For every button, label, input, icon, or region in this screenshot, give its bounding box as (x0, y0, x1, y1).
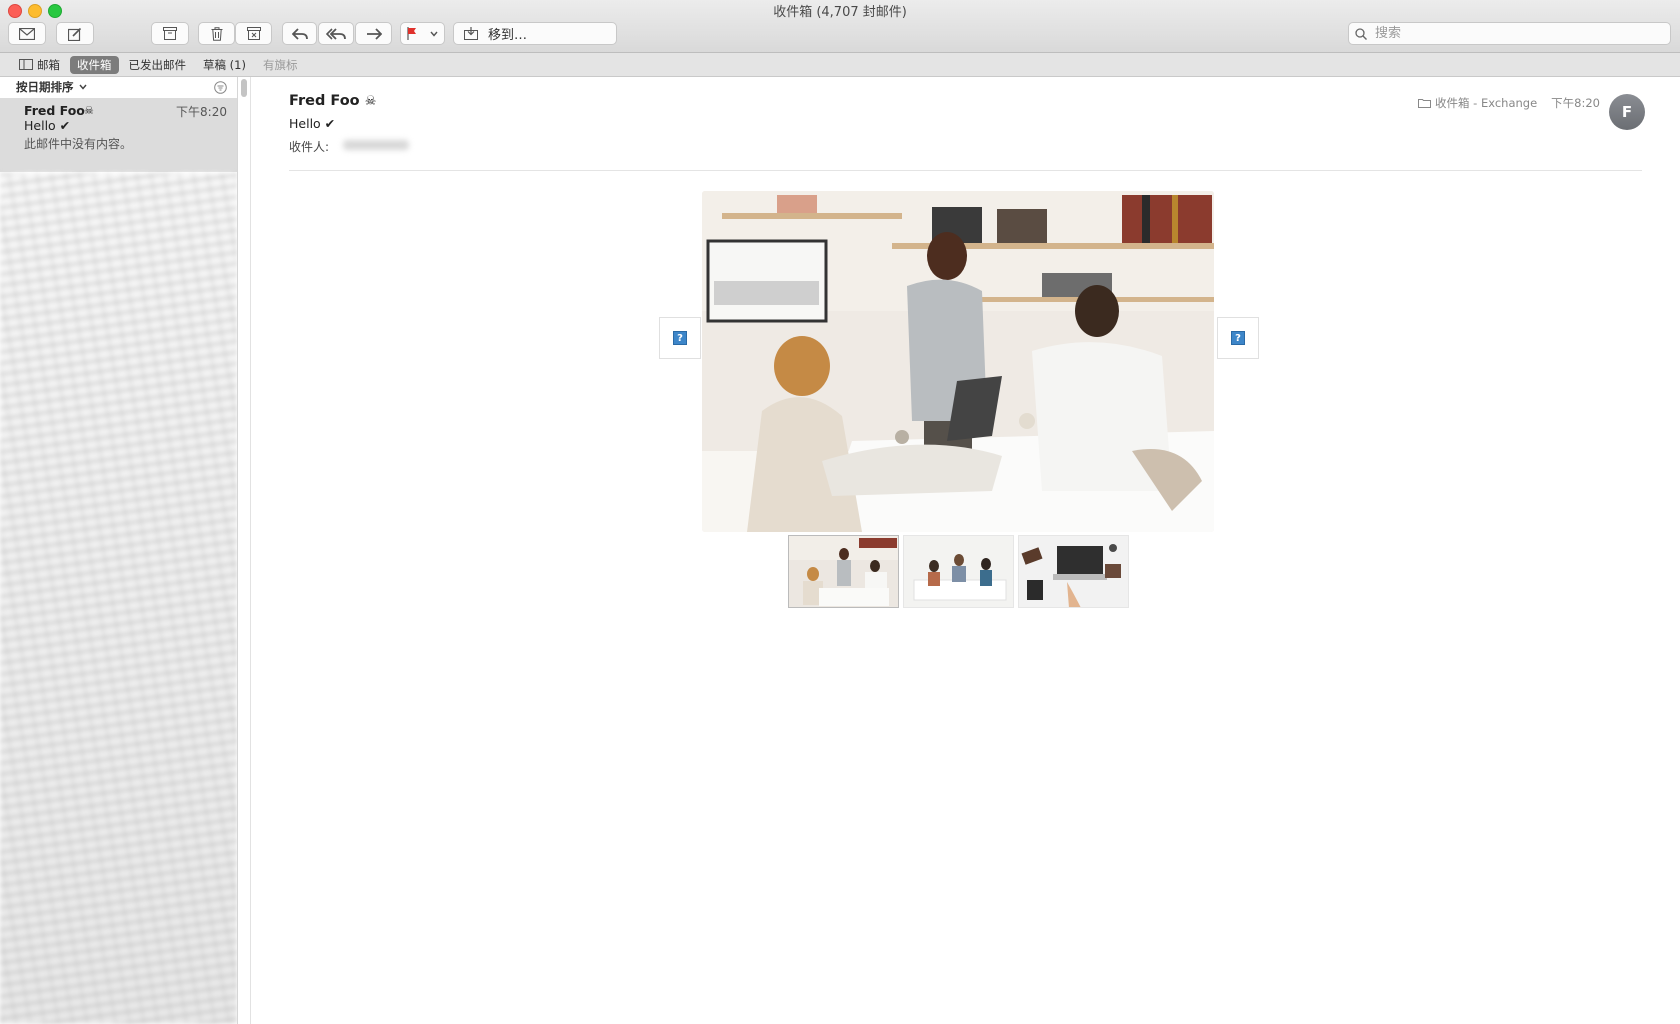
inbox-label: 收件箱 (77, 57, 112, 72)
title-bar: 收件箱 (4,707 封邮件) 移到… (0, 0, 1680, 53)
sidebar-icon (19, 59, 33, 70)
move-to-label: 移到… (488, 28, 528, 43)
recipient-redacted (343, 140, 409, 150)
envelope-icon (19, 27, 35, 40)
get-mail-button[interactable] (8, 22, 46, 45)
office-photo (702, 191, 1214, 532)
broken-image-left[interactable]: ? (659, 317, 701, 359)
forward-button[interactable] (355, 22, 392, 45)
favorite-flagged[interactable]: 有旗标 (256, 56, 305, 74)
reply-icon (291, 27, 308, 40)
message-time: 下午8:20 (1551, 96, 1600, 110)
mailboxes-toggle[interactable]: 邮箱 (12, 56, 67, 74)
message-sender-name: Fred Foo (289, 93, 360, 109)
trash-icon (211, 26, 222, 41)
sort-label: 按日期排序 (16, 80, 74, 94)
delete-button[interactable] (198, 22, 235, 45)
search-icon (1355, 27, 1367, 40)
message-sender: Fred Foo ☠ (289, 93, 376, 109)
sort-menu[interactable]: 按日期排序 (16, 79, 87, 95)
chevron-down-icon[interactable] (430, 31, 438, 37)
message-list[interactable]: 按日期排序 Fred Foo ☠ 下午8:20 Hello ✔ 此邮件中没有内容… (0, 77, 238, 1024)
mailboxes-label: 邮箱 (37, 57, 60, 72)
reply-button[interactable] (282, 22, 317, 45)
header-divider (289, 170, 1642, 171)
archive-icon (163, 27, 177, 40)
sender-emoji-icon: ☠ (364, 94, 377, 109)
recipient-label: 收件人: (289, 140, 330, 154)
mailbox-name: 收件箱 - Exchange (1435, 96, 1538, 110)
forward-icon (366, 27, 382, 40)
flag-icon (407, 27, 417, 40)
archive-button[interactable] (151, 22, 189, 45)
avatar: F (1609, 94, 1645, 130)
sort-bar: 按日期排序 (0, 77, 237, 97)
list-item-subject: Hello ✔ (24, 118, 71, 133)
search-input[interactable] (1373, 25, 1657, 42)
reply-all-button[interactable] (318, 22, 354, 45)
chevron-down-icon (78, 84, 87, 90)
favorite-inbox[interactable]: 收件箱 (70, 55, 119, 74)
junk-button[interactable] (235, 22, 272, 45)
thumbnail-2[interactable] (903, 535, 1014, 608)
window-title: 收件箱 (4,707 封邮件) (773, 5, 907, 20)
missing-image-icon: ? (1231, 331, 1245, 345)
missing-image-icon: ? (673, 331, 687, 345)
message-meta: 收件箱 - Exchange 下午8:20 (1418, 95, 1600, 111)
broken-image-right[interactable]: ? (1217, 317, 1259, 359)
list-item-time: 下午8:20 (176, 105, 227, 119)
flagged-label: 有旗标 (262, 57, 298, 72)
sender-emoji-icon: ☠ (84, 104, 94, 117)
favorites-bar: 邮箱 收件箱 已发出邮件 草稿 (1) 有旗标 (0, 53, 1680, 77)
filter-icon[interactable] (214, 80, 227, 94)
drafts-label: 草稿 (1) (203, 57, 246, 72)
thumbnail-3[interactable] (1018, 535, 1129, 608)
flag-button[interactable] (400, 22, 445, 45)
message-viewer: Fred Foo ☠ Hello ✔ 收件人: 收件箱 - Exchange 下… (251, 77, 1680, 1024)
list-item-sender: Fred Foo (24, 103, 85, 118)
sent-label: 已发出邮件 (128, 57, 187, 72)
list-item-preview: 此邮件中没有内容。 (24, 137, 133, 151)
compose-icon (68, 27, 82, 41)
favorite-sent[interactable]: 已发出邮件 (122, 56, 194, 74)
blurred-message-rows (0, 173, 237, 1024)
thumbnail-1[interactable] (788, 535, 899, 608)
move-to-icon (464, 27, 478, 40)
list-item-selected[interactable]: Fred Foo ☠ 下午8:20 Hello ✔ 此邮件中没有内容。 (0, 98, 237, 172)
junk-icon (246, 27, 261, 40)
search-field[interactable] (1348, 22, 1671, 45)
compose-button[interactable] (56, 22, 94, 45)
message-subject: Hello ✔ (289, 116, 336, 131)
avatar-initial: F (1621, 103, 1633, 121)
favorite-drafts[interactable]: 草稿 (1) (196, 56, 253, 74)
move-to-button[interactable]: 移到… (453, 22, 617, 45)
mailbox-indicator[interactable]: 收件箱 - Exchange (1418, 95, 1537, 111)
reply-all-icon (326, 27, 346, 40)
folder-icon (1418, 99, 1432, 108)
list-scrollbar[interactable] (241, 79, 247, 97)
